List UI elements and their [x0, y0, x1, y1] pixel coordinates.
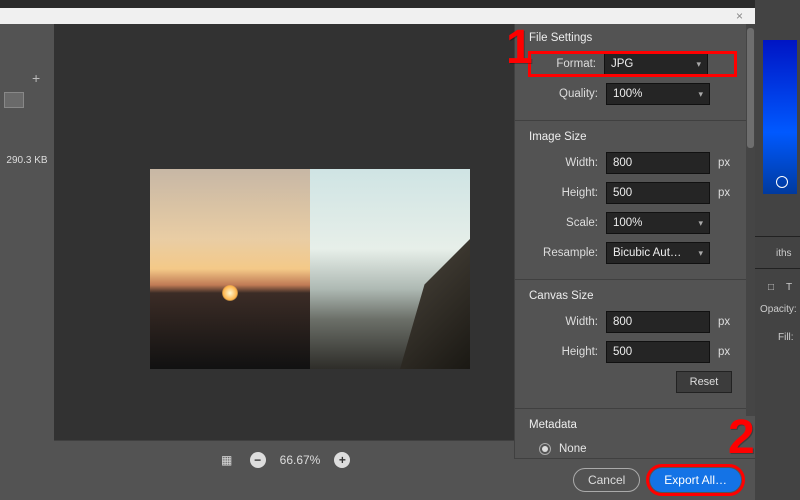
zoom-toolbar: ▦ − 66.67% + — [54, 440, 514, 478]
aspect-ratio-icon[interactable]: ▦ — [218, 451, 236, 469]
format-select[interactable]: JPG ▾ — [604, 53, 708, 75]
add-thumbnail-button[interactable]: + — [32, 70, 40, 86]
settings-scrollbar[interactable] — [746, 24, 755, 416]
dialog-button-bar: Cancel Export All… — [514, 458, 755, 500]
format-label: Format: — [536, 58, 596, 70]
image-width-value: 800 — [613, 157, 632, 169]
unit-px: px — [718, 157, 736, 169]
panel-divider — [755, 236, 800, 237]
file-settings-title: File Settings — [529, 32, 736, 44]
quality-select[interactable]: 100% ▾ — [606, 83, 710, 105]
cancel-button[interactable]: Cancel — [573, 468, 640, 492]
close-icon[interactable]: × — [736, 9, 743, 23]
format-value: JPG — [611, 58, 633, 70]
width-label: Width: — [538, 157, 598, 169]
canvas-width-value: 800 — [613, 316, 632, 328]
chevron-down-icon: ▾ — [698, 248, 703, 259]
canvas-width-label: Width: — [538, 316, 598, 328]
scale-select[interactable]: 100% ▾ — [606, 212, 710, 234]
canvas-height-input[interactable]: 500 — [606, 341, 710, 363]
zoom-out-button[interactable]: − — [250, 452, 266, 468]
image-height-input[interactable]: 500 — [606, 182, 710, 204]
resample-select[interactable]: Bicubic Aut… ▾ — [606, 242, 710, 264]
chevron-down-icon: ▾ — [698, 218, 703, 229]
height-label: Height: — [538, 187, 598, 199]
image-size-title: Image Size — [529, 131, 736, 143]
settings-panel: File Settings Format: JPG ▾ Quality: 100… — [514, 24, 750, 458]
fill-label: Fill: — [778, 332, 794, 343]
metadata-title: Metadata — [529, 419, 736, 431]
scrollbar-thumb[interactable] — [747, 28, 754, 148]
opacity-label: Opacity: — [760, 304, 797, 315]
thumbnail-tile[interactable] — [4, 92, 24, 108]
file-settings-group: File Settings Format: JPG ▾ Quality: 100… — [515, 24, 750, 118]
preview-image-right — [310, 169, 470, 369]
bg-label-iths: iths — [776, 248, 792, 259]
radio-icon — [539, 443, 551, 455]
unit-px: px — [718, 187, 736, 199]
canvas-height-value: 500 — [613, 346, 632, 358]
format-row: Format: JPG ▾ — [529, 52, 736, 76]
file-size-label: 290.3 KB — [4, 155, 50, 166]
image-height-value: 500 — [613, 187, 632, 199]
preview-image-left — [150, 169, 310, 369]
quality-value: 100% — [613, 88, 642, 100]
quality-row: Quality: 100% ▾ — [529, 82, 736, 106]
color-picker-gradient — [763, 40, 797, 194]
bg-square-icon: □ — [768, 282, 774, 293]
chevron-down-icon: ▾ — [696, 59, 701, 70]
app-titlebar — [0, 0, 800, 8]
scale-label: Scale: — [538, 217, 598, 229]
canvas-size-group: Canvas Size Width: 800 px Height: 500 px… — [515, 279, 750, 406]
metadata-none-row[interactable]: None — [529, 439, 736, 459]
preview-panel — [54, 24, 514, 440]
zoom-in-button[interactable]: + — [334, 452, 350, 468]
bg-type-icon: T — [786, 282, 792, 293]
reset-button[interactable]: Reset — [676, 371, 732, 393]
export-all-button[interactable]: Export All… — [650, 468, 741, 492]
canvas-width-input[interactable]: 800 — [606, 311, 710, 333]
canvas-height-label: Height: — [538, 346, 598, 358]
unit-px: px — [718, 346, 736, 358]
canvas-size-title: Canvas Size — [529, 290, 736, 302]
chevron-down-icon: ▾ — [698, 89, 703, 100]
metadata-none-label: None — [559, 443, 587, 455]
image-size-group: Image Size Width: 800 px Height: 500 px … — [515, 120, 750, 277]
modal-header — [0, 8, 755, 24]
resample-label: Resample: — [538, 247, 598, 259]
panel-divider — [755, 268, 800, 269]
resample-value: Bicubic Aut… — [613, 247, 681, 259]
zoom-percent[interactable]: 66.67% — [280, 453, 321, 467]
preview-canvas — [150, 169, 470, 369]
unit-px: px — [718, 316, 736, 328]
color-picker-ring-icon — [776, 176, 788, 188]
image-width-input[interactable]: 800 — [606, 152, 710, 174]
quality-label: Quality: — [538, 88, 598, 100]
scale-value: 100% — [613, 217, 642, 229]
